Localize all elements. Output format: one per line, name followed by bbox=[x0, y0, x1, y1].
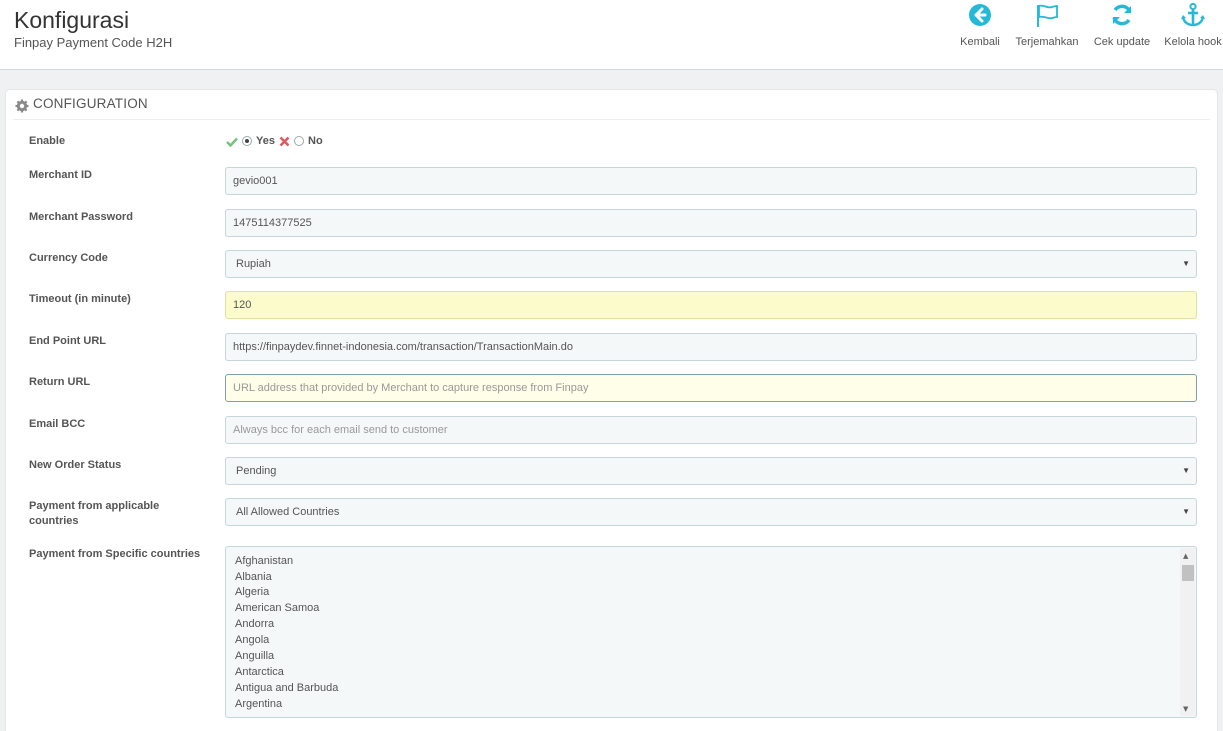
chevron-down-icon: ▼ bbox=[1182, 507, 1190, 516]
country-option[interactable]: Argentina bbox=[235, 698, 282, 710]
new-order-status-label: New Order Status bbox=[29, 459, 122, 471]
manage-hooks-button-label: Kelola hook bbox=[1164, 36, 1222, 48]
page-header: Konfigurasi Finpay Payment Code H2H Kemb… bbox=[0, 0, 1223, 70]
country-option[interactable]: Algeria bbox=[235, 586, 269, 598]
country-option[interactable]: Antigua and Barbuda bbox=[235, 682, 338, 694]
end-point-url-label: End Point URL bbox=[29, 335, 106, 347]
translate-button[interactable]: Terjemahkan bbox=[1010, 0, 1084, 56]
panel-heading-title: CONFIGURATION bbox=[33, 96, 148, 111]
arrow-left-circle-icon bbox=[969, 4, 991, 26]
country-option[interactable]: Albania bbox=[235, 571, 272, 583]
enable-yes-radio[interactable] bbox=[242, 136, 252, 146]
timeout-label: Timeout (in minute) bbox=[29, 293, 131, 305]
merchant-password-input[interactable]: 1475114377525 bbox=[225, 209, 1197, 237]
return-url-input[interactable]: URL address that provided by Merchant to… bbox=[225, 374, 1197, 402]
country-option[interactable]: Afghanistan bbox=[235, 555, 293, 567]
gear-icon bbox=[15, 99, 29, 113]
country-option[interactable]: Antarctica bbox=[235, 666, 284, 678]
check-update-button[interactable]: Cek update bbox=[1090, 0, 1154, 56]
merchant-password-label: Merchant Password bbox=[29, 211, 133, 223]
check-icon bbox=[226, 137, 238, 147]
merchant-id-label: Merchant ID bbox=[29, 169, 92, 181]
return-url-placeholder: URL address that provided by Merchant to… bbox=[233, 382, 589, 394]
enable-no-label[interactable]: No bbox=[308, 135, 323, 147]
applicable-countries-select[interactable]: All Allowed Countries ▼ bbox=[225, 498, 1197, 526]
return-url-label: Return URL bbox=[29, 376, 91, 388]
scroll-down-arrow-icon[interactable]: ▼ bbox=[1183, 705, 1188, 713]
currency-code-label: Currency Code bbox=[29, 252, 108, 264]
new-order-status-value: Pending bbox=[236, 465, 277, 477]
applicable-countries-label: Payment from applicable countries bbox=[29, 500, 160, 527]
scroll-up-arrow-icon[interactable]: ▲ bbox=[1183, 552, 1188, 560]
page-subtitle: Finpay Payment Code H2H bbox=[14, 35, 173, 50]
new-order-status-select[interactable]: Pending ▼ bbox=[225, 457, 1197, 485]
email-bcc-label: Email BCC bbox=[29, 418, 86, 430]
enable-yes-label[interactable]: Yes bbox=[256, 135, 275, 147]
specific-countries-label: Payment from Specific countries bbox=[29, 548, 201, 560]
translate-button-label: Terjemahkan bbox=[1015, 36, 1079, 48]
specific-countries-listbox[interactable]: Afghanistan Albania Algeria American Sam… bbox=[225, 546, 1197, 718]
back-button-label: Kembali bbox=[960, 36, 1000, 48]
check-update-button-label: Cek update bbox=[1093, 36, 1151, 48]
enable-no-radio[interactable] bbox=[294, 136, 304, 146]
currency-code-value: Rupiah bbox=[236, 258, 271, 270]
page-title: Konfigurasi bbox=[14, 7, 130, 33]
country-option[interactable]: Angola bbox=[235, 634, 269, 646]
email-bcc-input[interactable]: Always bcc for each email send to custom… bbox=[225, 416, 1197, 444]
refresh-icon bbox=[1112, 4, 1132, 26]
merchant-id-input[interactable]: gevio001 bbox=[225, 167, 1197, 195]
cross-icon bbox=[279, 136, 290, 147]
flag-icon bbox=[1037, 4, 1058, 27]
manage-hooks-button[interactable]: Kelola hook bbox=[1160, 0, 1223, 56]
country-option[interactable]: Anguilla bbox=[235, 650, 274, 662]
email-bcc-placeholder: Always bcc for each email send to custom… bbox=[233, 424, 448, 436]
chevron-down-icon: ▼ bbox=[1182, 466, 1190, 475]
end-point-url-input[interactable]: https://finpaydev.finnet-indonesia.com/t… bbox=[225, 333, 1197, 361]
listbox-scrollbar[interactable]: ▲ ▼ bbox=[1180, 548, 1195, 716]
chevron-down-icon: ▼ bbox=[1182, 259, 1190, 268]
timeout-input[interactable]: 120 bbox=[225, 291, 1197, 319]
back-button[interactable]: Kembali bbox=[956, 0, 1004, 56]
country-option[interactable]: Andorra bbox=[235, 618, 274, 630]
currency-code-select[interactable]: Rupiah ▼ bbox=[225, 250, 1197, 278]
enable-label: Enable bbox=[29, 135, 66, 147]
anchor-icon bbox=[1181, 2, 1205, 27]
applicable-countries-value: All Allowed Countries bbox=[236, 506, 340, 518]
scrollbar-thumb[interactable] bbox=[1182, 565, 1194, 581]
panel-heading: CONFIGURATION bbox=[13, 90, 1210, 120]
country-option[interactable]: American Samoa bbox=[235, 602, 319, 614]
